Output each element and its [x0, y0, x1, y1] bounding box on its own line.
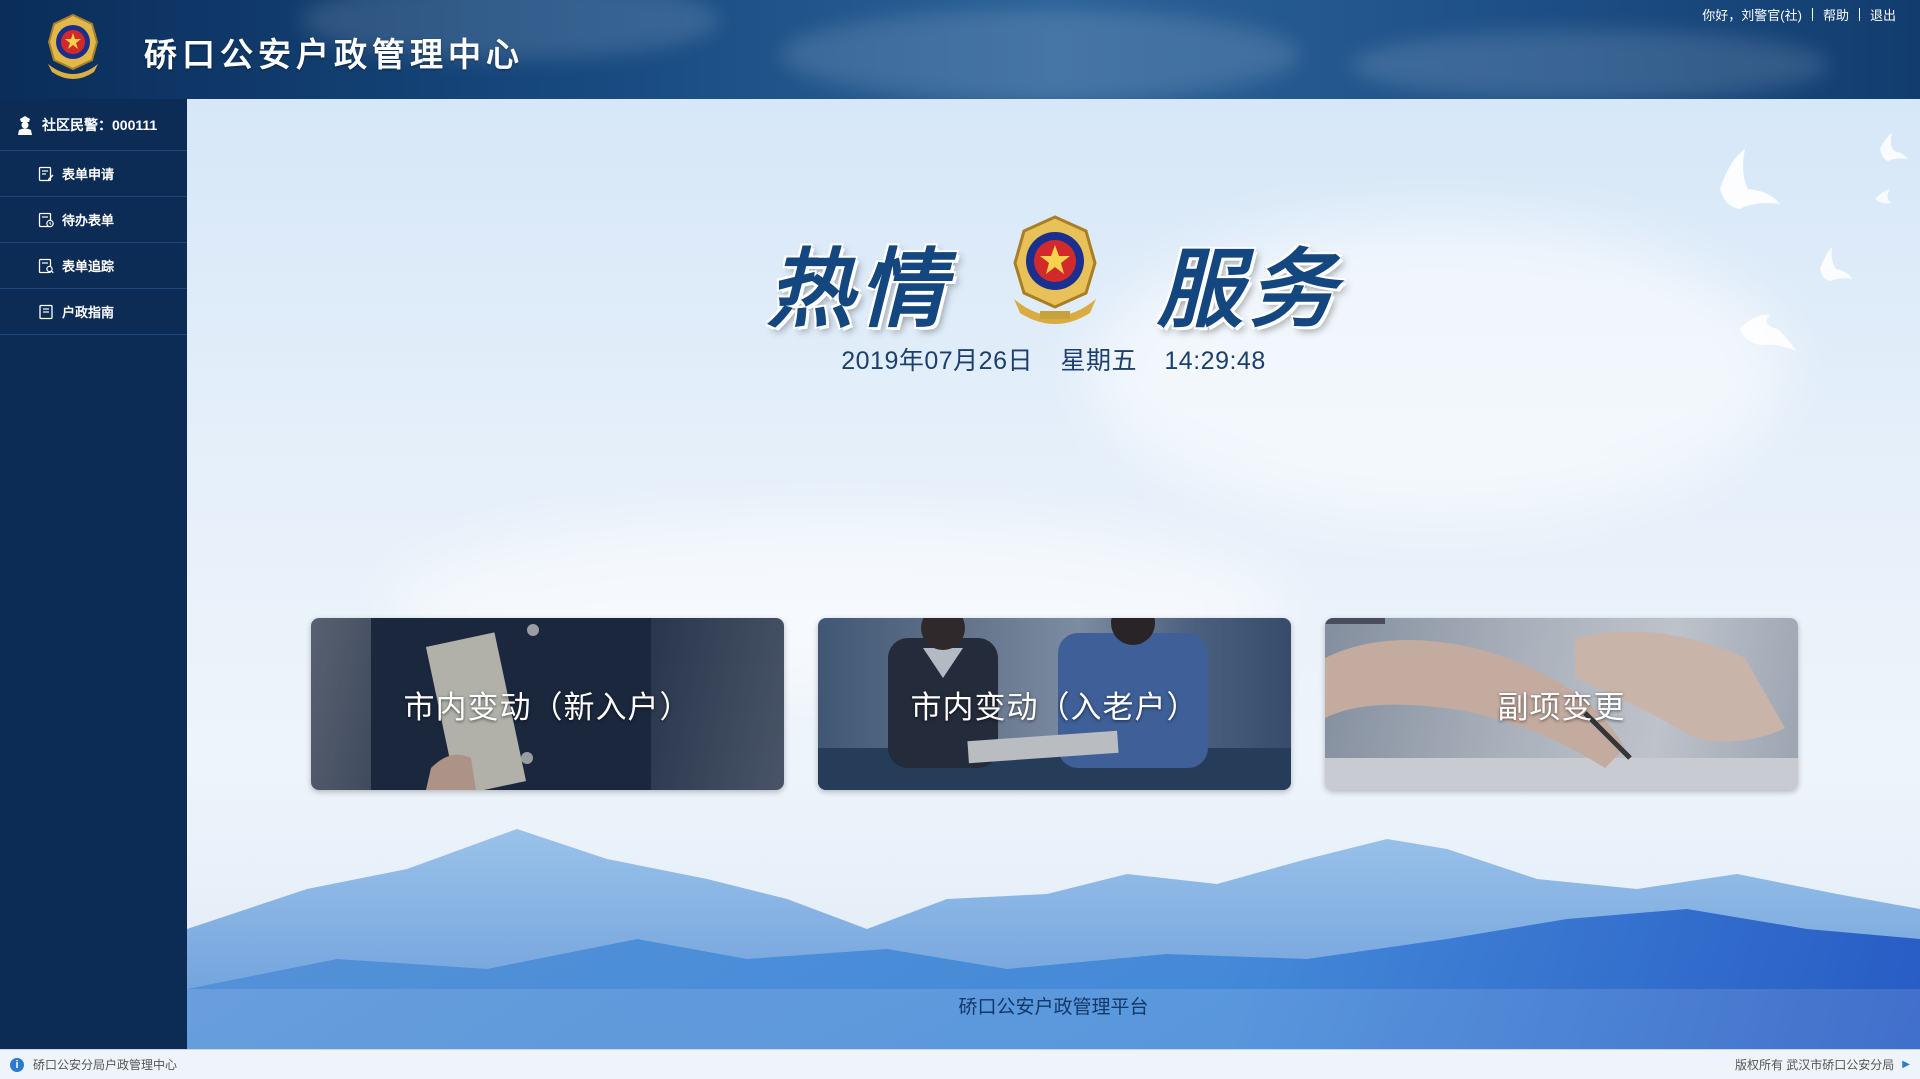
current-weekday: 星期五	[1060, 347, 1137, 375]
police-emblem-icon	[1013, 215, 1097, 324]
status-bar: i 硚口公安分局户政管理中心 版权所有 武汉市硚口公安分局 ▶	[0, 1049, 1920, 1079]
slogan-banner: 热情 服务	[767, 209, 1367, 340]
platform-name: 硚口公安户政管理平台	[958, 997, 1149, 1018]
card-city-move-old-household[interactable]: 市内变动（入老户）	[818, 618, 1291, 790]
card-city-move-new-household[interactable]: 市内变动（新入户）	[311, 618, 784, 790]
current-date: 2019年07月26日	[841, 347, 1033, 375]
divider	[1858, 8, 1860, 21]
slogan-left-text: 热情	[767, 239, 951, 340]
main-content: 热情 服务 2019年07月26日 星期五 14:29:48 市内变动（新入户）	[187, 99, 1920, 1049]
current-datetime: 2019年07月26日 星期五 14:29:48	[187, 341, 1920, 377]
police-officer-icon	[18, 115, 32, 135]
sidebar-user-label: 社区民警：000111	[42, 116, 158, 133]
sidebar-user-row: 社区民警：000111	[0, 99, 187, 151]
form-edit-icon	[38, 166, 54, 181]
status-left: i 硚口公安分局户政管理中心	[10, 1056, 177, 1073]
status-right: 版权所有 武汉市硚口公安分局 ▶	[1735, 1056, 1910, 1073]
sidebar-item-pending-forms[interactable]: 待办表单	[0, 197, 187, 243]
sidebar-item-form-tracking[interactable]: 表单追踪	[0, 243, 187, 289]
sidebar-item-label: 表单申请	[62, 167, 115, 182]
sidebar-item-label: 待办表单	[62, 213, 115, 228]
sidebar-item-guide[interactable]: 户政指南	[0, 289, 187, 335]
card-label: 市内变动（入老户）	[910, 689, 1199, 725]
copyright-text: 版权所有 武汉市硚口公安分局	[1734, 1058, 1895, 1072]
info-icon: i	[10, 1057, 24, 1072]
header-cloud	[1350, 30, 1830, 99]
form-track-icon	[38, 258, 54, 273]
logout-link[interactable]: 退出	[1870, 5, 1896, 24]
sidebar-item-label: 表单追踪	[62, 259, 115, 274]
card-label: 市内变动（新入户）	[403, 689, 692, 725]
divider	[1811, 8, 1813, 21]
pending-form-icon	[38, 212, 54, 227]
guide-icon	[39, 304, 53, 319]
slogan-right-text: 服务	[1157, 239, 1341, 340]
help-link[interactable]: 帮助	[1823, 5, 1849, 24]
card-secondary-change[interactable]: 副项变更	[1325, 618, 1798, 790]
status-left-text: 硚口公安分局户政管理中心	[33, 1058, 178, 1072]
doves-decoration	[1720, 133, 1908, 351]
sidebar-item-label: 户政指南	[62, 305, 115, 320]
chevron-right-icon[interactable]: ▶	[1902, 1059, 1910, 1070]
app-header: 硚口公安户政管理中心 你好，刘警官(社) 帮助 退出	[0, 0, 1920, 99]
header-cloud	[780, 10, 1300, 99]
sidebar-item-form-apply[interactable]: 表单申请	[0, 151, 187, 197]
app-title: 硚口公安户政管理中心	[144, 35, 524, 74]
police-emblem-icon	[47, 13, 99, 79]
top-user-bar: 你好，刘警官(社) 帮助 退出	[1702, 5, 1896, 24]
user-greeting: 你好，刘警官(社)	[1702, 8, 1802, 23]
card-label: 副项变更	[1497, 689, 1626, 725]
current-time: 14:29:48	[1164, 347, 1266, 375]
sidebar: 社区民警：000111 表单申请 待办表单 表单追踪 户政指南	[0, 99, 187, 1049]
service-cards: 市内变动（新入户） 市内变动（入老户） 副项变更	[311, 618, 1800, 790]
